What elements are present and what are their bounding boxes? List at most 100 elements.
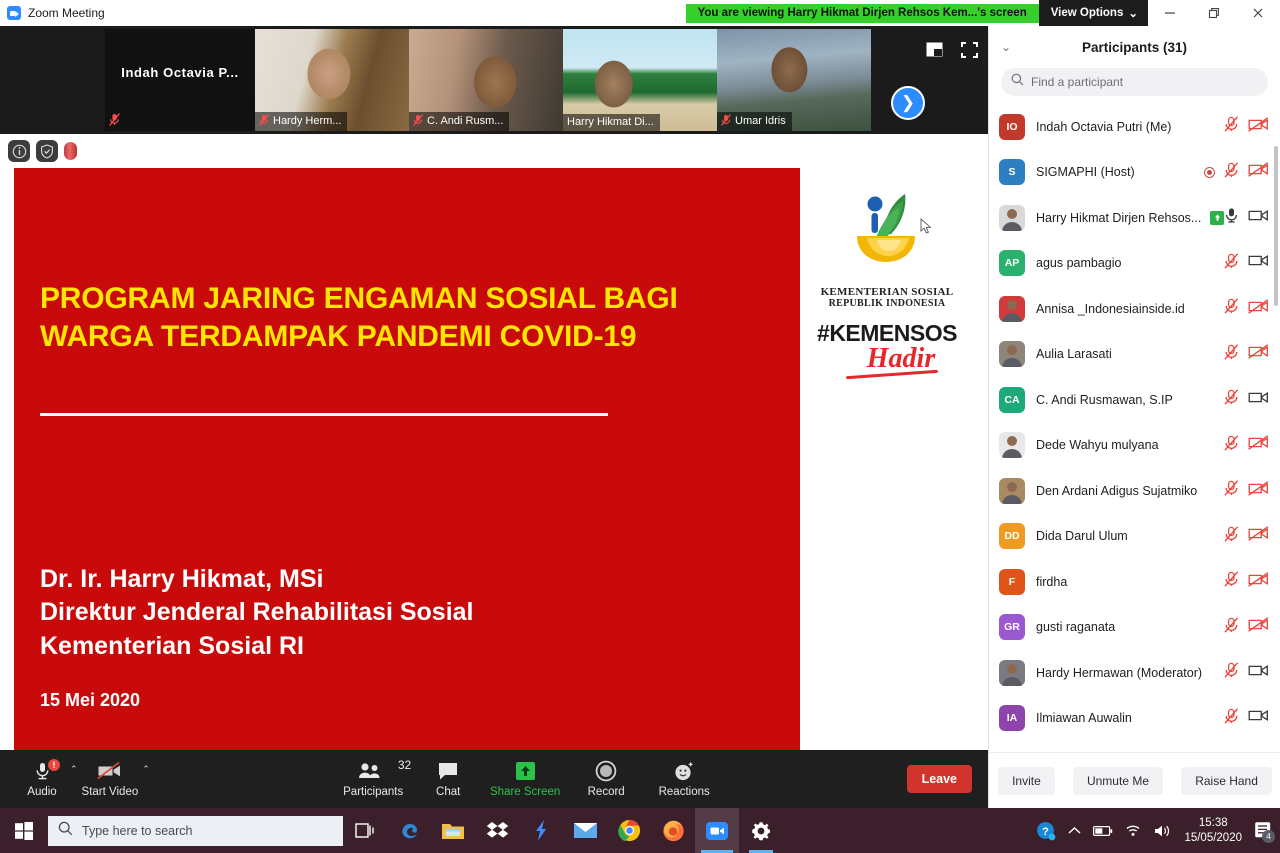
share-screen-button[interactable]: Share Screen [480,750,570,808]
participant-row[interactable]: S SIGMAPHI (Host) [989,150,1280,196]
chrome-icon[interactable] [607,808,651,853]
speaker-icon[interactable] [1154,824,1172,838]
envelope-icon[interactable] [563,808,607,853]
unmute-me-button[interactable]: Unmute Me [1072,766,1163,795]
audio-button[interactable]: Audio ! [14,750,70,808]
participant-status-icons [1224,344,1269,365]
participant-name: C. Andi Rusmawan, S.IP [1036,392,1173,407]
camera-icon[interactable] [1248,390,1269,410]
battery-icon[interactable] [1093,825,1113,837]
camera-off-icon[interactable] [1248,298,1269,319]
microphone-muted-icon[interactable] [1224,435,1239,456]
camera-icon[interactable] [1248,253,1269,273]
participant-row[interactable]: IO Indah Octavia Putri (Me) [989,104,1280,150]
fullscreen-icon[interactable] [961,42,978,63]
microphone-muted-icon[interactable] [1224,526,1239,547]
camera-off-icon[interactable] [1248,526,1269,546]
participant-row[interactable]: Hardy Hermawan (Moderator) [989,650,1280,696]
taskbar-clock[interactable]: 15:38 15/05/2020 [1184,816,1242,845]
participant-row[interactable]: Ffirdha [989,559,1280,605]
participant-row[interactable]: CA C. Andi Rusmawan, S.IP [989,377,1280,423]
show-hidden-icons-icon[interactable] [1068,826,1081,835]
reactions-button[interactable]: Reactions [642,750,726,808]
participant-row[interactable]: IA Ilmiawan Auwalin [989,696,1280,733]
invite-button[interactable]: Invite [998,766,1055,795]
participant-video-thumbnail[interactable]: Umar Idris [717,29,871,131]
camera-off-icon[interactable] [1248,435,1269,455]
gear-icon[interactable] [739,808,783,853]
meeting-info-icon[interactable] [8,140,30,162]
audio-options-caret[interactable]: ⌃ [70,764,78,775]
participants-button[interactable]: Participants 32 [330,750,416,808]
camera-off-icon[interactable] [1248,344,1269,364]
kemensos-logo-icon [857,194,915,262]
start-video-button[interactable]: Start Video [78,750,143,808]
camera-off-icon[interactable] [1248,480,1269,501]
action-center-icon[interactable]: 4 [1254,821,1275,843]
microphone-muted-icon[interactable] [1224,253,1239,274]
video-options-caret[interactable]: ⌃ [142,764,150,775]
participant-status-icons [1224,571,1269,592]
camera-off-icon[interactable] [1248,571,1269,592]
dropbox-icon[interactable] [475,808,519,853]
participant-video-thumbnail[interactable]: C. Andi Rusm... [409,29,563,131]
shield-icon[interactable] [36,140,58,162]
participants-scrollbar[interactable] [1274,146,1278,306]
camera-icon[interactable] [1248,708,1269,728]
microphone-muted-icon[interactable] [1224,344,1239,365]
taskbar-search-input[interactable]: Type here to search [48,815,343,846]
participant-row[interactable]: Aulia Larasati [989,332,1280,378]
participant-row[interactable]: Annisa _Indonesiainside.id [989,286,1280,332]
microphone-muted-icon[interactable] [1224,617,1239,638]
self-video-thumbnail[interactable]: Indah Octavia P... [105,29,255,131]
search-input[interactable]: Find a participant [1001,68,1268,96]
folder-icon[interactable] [431,808,475,853]
microphone-muted-icon[interactable] [1224,298,1239,319]
participant-video-thumbnail-active-speaker[interactable]: Harry Hikmat Di... [563,29,717,131]
restore-button[interactable] [1192,0,1236,26]
firefox-icon[interactable] [651,808,695,853]
help-question-icon[interactable]: ? [1036,821,1056,841]
chevron-down-icon[interactable]: ⌄ [989,40,1023,54]
participant-row[interactable]: AP agus pambagio [989,241,1280,287]
zoom-video-icon[interactable] [695,808,739,853]
microphone-muted-icon[interactable] [1224,708,1239,729]
microphone-muted-icon[interactable] [1224,662,1239,683]
camera-off-icon[interactable] [1248,116,1269,137]
view-options-button[interactable]: View Options ⌄ [1038,0,1148,26]
participant-video-thumbnail[interactable]: Hardy Herm... [255,29,409,131]
edge-icon[interactable] [387,808,431,853]
microphone-muted-icon[interactable] [1224,571,1239,592]
record-button[interactable]: Record [570,750,642,808]
leave-button[interactable]: Leave [906,765,973,793]
taskbar-search-placeholder: Type here to search [82,823,193,838]
camera-off-icon[interactable] [1248,162,1269,182]
windows-start-icon[interactable] [0,808,48,853]
wifi-icon[interactable] [1125,824,1142,837]
participant-row[interactable]: Dede Wahyu mulyana [989,423,1280,469]
camera-icon[interactable] [1248,208,1269,228]
participant-row[interactable]: Harry Hikmat Dirjen Rehsos... [989,195,1280,241]
picture-in-picture-icon[interactable] [926,42,943,62]
thumbnail-name-label: Harry Hikmat Di... [563,114,660,131]
microphone-muted-icon[interactable] [1224,162,1239,183]
participant-row[interactable]: Den Ardani Adigus Sujatmiko [989,468,1280,514]
participant-row[interactable]: DD Dida Darul Ulum [989,514,1280,560]
chat-button[interactable]: Chat [416,750,480,808]
lightning-icon[interactable] [519,808,563,853]
next-page-button[interactable]: ❯ [891,86,925,120]
participant-row[interactable]: GR gusti raganata [989,605,1280,651]
video-filmstrip[interactable]: Indah Octavia P... Hardy Herm... C. Andi… [0,26,988,134]
task-view-icon[interactable] [343,808,387,853]
search-placeholder: Find a participant [1031,75,1124,89]
camera-icon[interactable] [1248,663,1269,683]
camera-off-icon[interactable] [1248,617,1269,637]
raise-hand-button[interactable]: Raise Hand [1181,766,1272,795]
participants-list[interactable]: IO Indah Octavia Putri (Me) S SIGMAPHI (Hos… [989,104,1280,732]
microphone-muted-icon[interactable] [1224,389,1239,410]
minimize-button[interactable] [1148,0,1192,26]
microphone-icon[interactable] [1224,207,1239,228]
microphone-muted-icon[interactable] [1224,480,1239,501]
close-button[interactable] [1236,0,1280,26]
microphone-muted-icon[interactable] [1224,116,1239,137]
